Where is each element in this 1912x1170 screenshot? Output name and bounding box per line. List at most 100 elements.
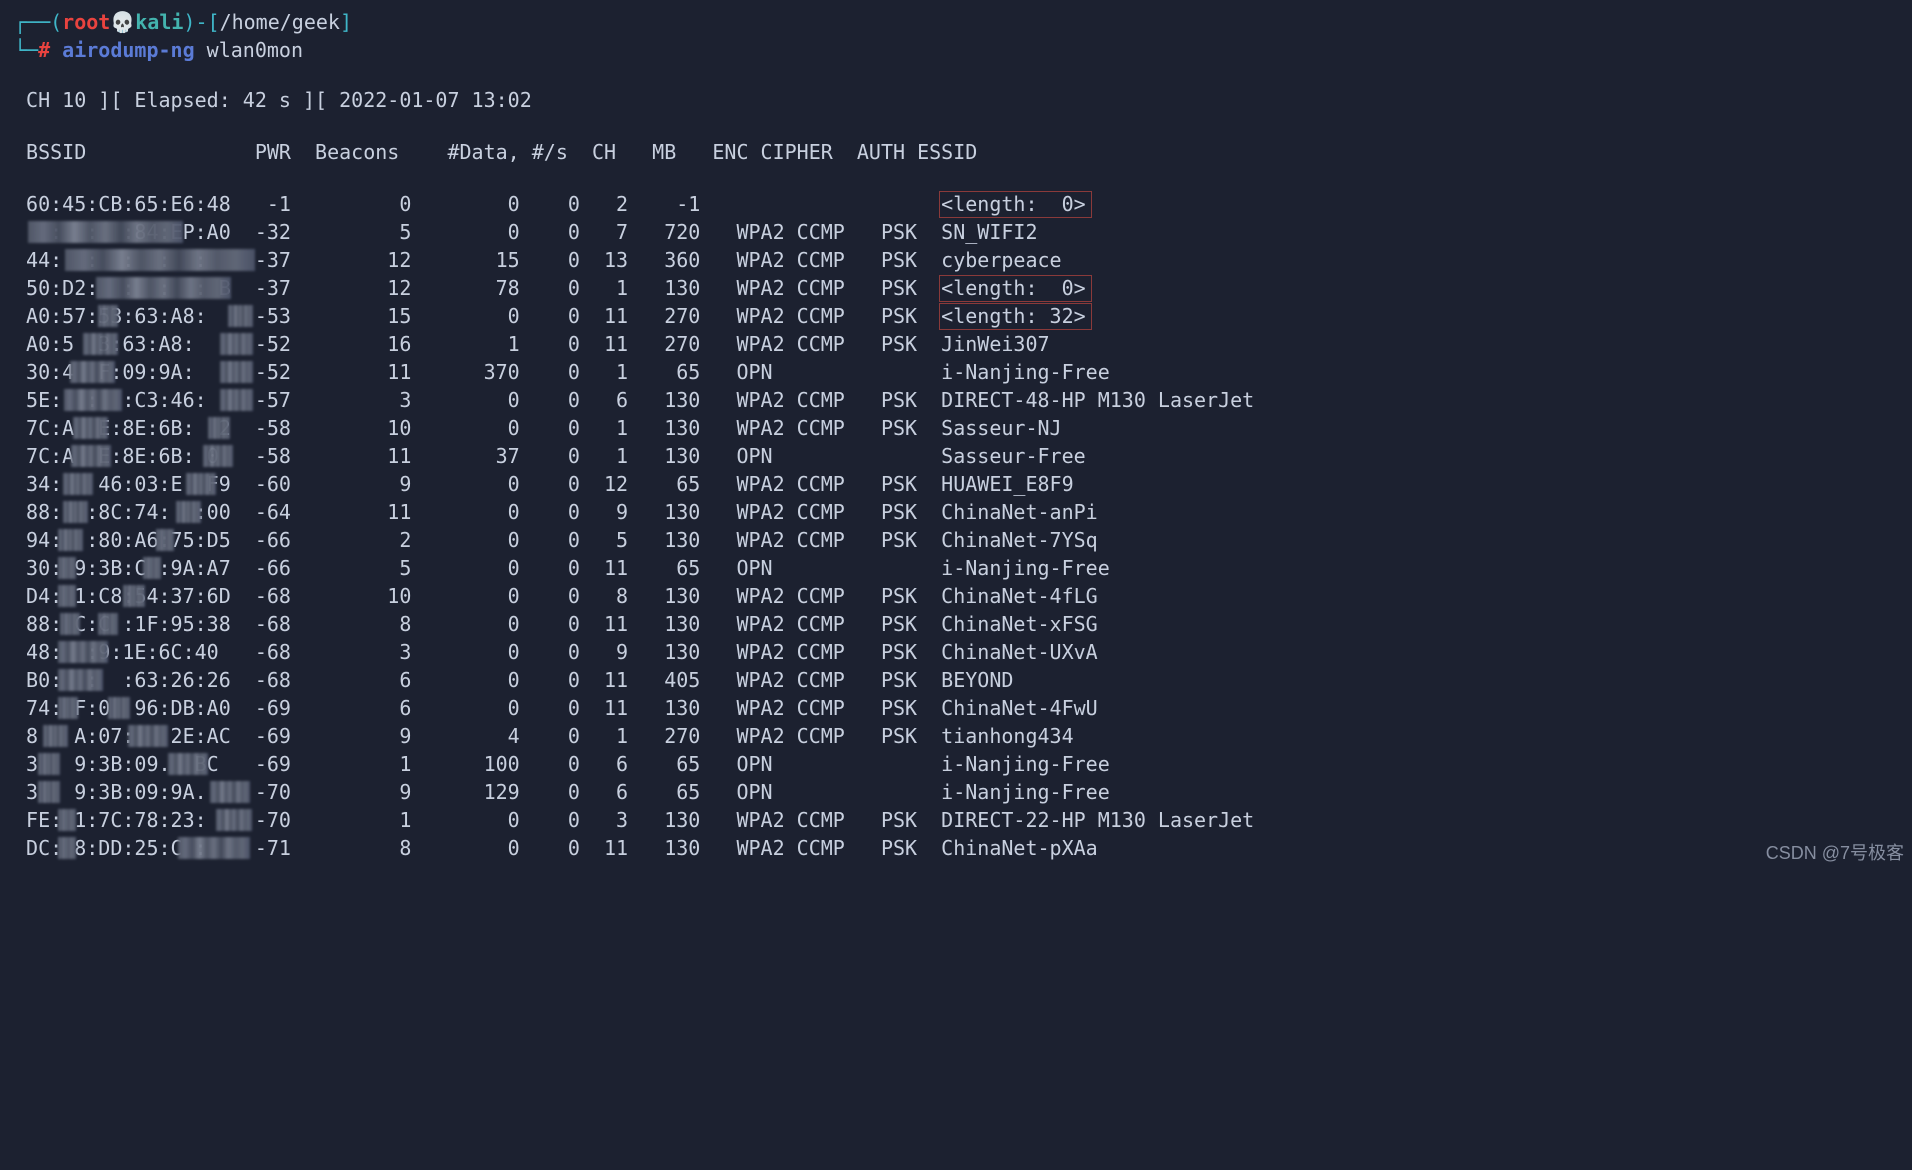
row-text: 30:4 F:09:9A: -52 11 370 0 1 65 OPN i-Na…	[14, 358, 1110, 386]
prompt-user: root	[62, 10, 110, 34]
prompt-host: kali	[135, 10, 183, 34]
pixelated-mask	[186, 473, 216, 495]
row-text: 48: :9:1E:6C:40 -68 3 0 0 9 130 WPA2 CCM…	[14, 638, 1098, 666]
pixelated-mask	[64, 389, 122, 411]
pixelated-mask	[43, 725, 68, 747]
pixelated-mask	[63, 501, 88, 523]
watermark: CSDN @7号极客	[1766, 841, 1904, 866]
pixelated-mask	[98, 613, 118, 635]
pixelated-mask	[58, 809, 76, 831]
table-row: FE: 1:7C:78:23: -70 1 0 0 3 130 WPA2 CCM…	[14, 806, 1898, 834]
pixelated-mask	[168, 753, 208, 775]
pixelated-mask	[38, 781, 60, 803]
table-row: 30:4 F:09:9A: -52 11 370 0 1 65 OPN i-Na…	[14, 358, 1898, 386]
row-text: DC: 8:DD:25:C : -71 8 0 0 11 130 WPA2 CC…	[14, 834, 1098, 862]
row-text: A0:57:53:63:A8: -53 15 0 0 11 270 WPA2 C…	[14, 302, 1086, 330]
command: airodump-ng	[50, 38, 195, 62]
pixelated-mask	[96, 277, 231, 299]
pixelated-mask	[70, 361, 115, 383]
row-text: FE: 1:7C:78:23: -70 1 0 0 3 130 WPA2 CCM…	[14, 806, 1254, 834]
prompt-corner2: └─	[14, 38, 38, 62]
rbracket: ]	[340, 10, 352, 34]
table-row: 50:D2: : : : B -37 12 78 0 1 130 WPA2 CC…	[14, 274, 1898, 302]
terminal[interactable]: ┌──(root💀kali)-[/home/geek] └─# airodump…	[0, 0, 1912, 870]
pixelated-mask	[228, 305, 253, 327]
row-text: 74: F:0 96:DB:A0 -69 6 0 0 11 130 WPA2 C…	[14, 694, 1098, 722]
pixelated-mask	[58, 669, 103, 691]
table-row: DC: 8:DD:25:C : -71 8 0 0 11 130 WPA2 CC…	[14, 834, 1898, 862]
prompt-corner: ┌──(	[14, 10, 62, 34]
pixelated-mask	[58, 529, 83, 551]
pixelated-mask	[220, 361, 253, 383]
table-row: 60:45:CB:65:E6:48 -1 0 0 0 2 -1 <length:…	[14, 190, 1898, 218]
pixelated-mask	[128, 725, 168, 747]
table-row: 74: F:0 96:DB:A0 -69 6 0 0 11 130 WPA2 C…	[14, 694, 1898, 722]
row-text: 30: 9:3B:C :9A:A7 -66 5 0 0 11 65 OPN i-…	[14, 554, 1110, 582]
pixelated-mask	[108, 697, 130, 719]
pixelated-mask	[178, 837, 250, 859]
row-text: 7C:A E:8E:6B: 2 -58 10 0 0 1 130 WPA2 CC…	[14, 414, 1062, 442]
row-text: 3 9:3B:09:9A. -70 9 129 0 6 65 OPN i-Nan…	[14, 778, 1110, 806]
command-arg: wlan0mon	[195, 38, 303, 62]
pixelated-mask	[208, 417, 230, 439]
pixelated-mask	[143, 557, 161, 579]
status-line: CH 10 ][ Elapsed: 42 s ][ 2022-01-07 13:…	[14, 86, 1898, 114]
table-rows: 60:45:CB:65:E6:48 -1 0 0 0 2 -1 <length:…	[14, 190, 1898, 862]
row-text: D4: 1:C8:54:37:6D -68 10 0 0 8 130 WPA2 …	[14, 582, 1098, 610]
prompt-line-1: ┌──(root💀kali)-[/home/geek]	[14, 8, 1898, 36]
pixelated-mask	[71, 445, 111, 467]
table-row: 3 9:3B:09:9A. -70 9 129 0 6 65 OPN i-Nan…	[14, 778, 1898, 806]
row-text: 94: :80:A6:75:D5 -66 2 0 0 5 130 WPA2 CC…	[14, 526, 1098, 554]
pixelated-mask	[58, 837, 76, 859]
prompt-line-2: └─# airodump-ng wlan0mon	[14, 36, 1898, 64]
table-row: 48: :9:1E:6C:40 -68 3 0 0 9 130 WPA2 CCM…	[14, 638, 1898, 666]
table-row: : : :84:EP:A0 -32 5 0 0 7 720 WPA2 CCMP …	[14, 218, 1898, 246]
pixelated-mask	[156, 529, 174, 551]
table-row: A0:5 3:63:A8: -52 16 1 0 11 270 WPA2 CCM…	[14, 330, 1898, 358]
table-header: BSSID PWR Beacons #Data, #/s CH MB ENC C…	[14, 138, 1898, 166]
row-text: 88: C:C :1F:95:38 -68 8 0 0 11 130 WPA2 …	[14, 610, 1098, 638]
table-row: 34: 46:03:E F9 -60 9 0 0 12 65 WPA2 CCMP…	[14, 470, 1898, 498]
pixelated-mask	[65, 249, 255, 271]
prompt-hash: #	[38, 38, 50, 62]
pixelated-mask	[220, 333, 253, 355]
table-row: D4: 1:C8:54:37:6D -68 10 0 0 8 130 WPA2 …	[14, 582, 1898, 610]
pixelated-mask	[60, 613, 80, 635]
skull-icon: 💀	[110, 10, 135, 34]
pixelated-mask	[58, 697, 78, 719]
row-text: 5E: : :C3:46: -57 3 0 0 6 130 WPA2 CCMP …	[14, 386, 1254, 414]
lbracket: [	[208, 10, 220, 34]
pixelated-mask	[58, 641, 108, 663]
table-row: 94: :80:A6:75:D5 -66 2 0 0 5 130 WPA2 CC…	[14, 526, 1898, 554]
table-row: A0:57:53:63:A8: -53 15 0 0 11 270 WPA2 C…	[14, 302, 1898, 330]
table-row: B0: : :63:26:26 -68 6 0 0 11 405 WPA2 CC…	[14, 666, 1898, 694]
row-text: B0: : :63:26:26 -68 6 0 0 11 405 WPA2 CC…	[14, 666, 1013, 694]
prompt-sep: )-	[183, 10, 207, 34]
pixelated-mask	[216, 809, 252, 831]
pixelated-mask	[58, 585, 76, 607]
table-row: 8 A:07: 2E:AC -69 9 4 0 1 270 WPA2 CCMP …	[14, 722, 1898, 750]
prompt-cwd: /home/geek	[220, 10, 340, 34]
table-row: 3 9:3B:09. BC -69 1 100 0 6 65 OPN i-Nan…	[14, 750, 1898, 778]
row-text: 34: 46:03:E F9 -60 9 0 0 12 65 WPA2 CCMP…	[14, 470, 1074, 498]
table-row: 44: : : : : -37 12 15 0 13 360 WPA2 CCMP…	[14, 246, 1898, 274]
row-text: 60:45:CB:65:E6:48 -1 0 0 0 2 -1 <length:…	[14, 190, 1086, 218]
table-row: 7C:A E:8E:6B: 2 -58 10 0 0 1 130 WPA2 CC…	[14, 414, 1898, 442]
pixelated-mask	[176, 501, 201, 523]
pixelated-mask	[83, 333, 118, 355]
table-row: 88: :8C:74: :00 -64 11 0 0 9 130 WPA2 CC…	[14, 498, 1898, 526]
pixelated-mask	[220, 389, 253, 411]
pixelated-mask	[98, 305, 118, 327]
table-row: 7C:A E:8E:6B: 0 -58 11 37 0 1 130 OPN Sa…	[14, 442, 1898, 470]
pixelated-mask	[58, 557, 76, 579]
pixelated-mask	[63, 473, 93, 495]
pixelated-mask	[203, 445, 233, 467]
pixelated-mask	[38, 753, 60, 775]
pixelated-mask	[210, 781, 250, 803]
row-text: 7C:A E:8E:6B: 0 -58 11 37 0 1 130 OPN Sa…	[14, 442, 1086, 470]
table-row: 30: 9:3B:C :9A:A7 -66 5 0 0 11 65 OPN i-…	[14, 554, 1898, 582]
pixelated-mask	[123, 585, 145, 607]
row-text: 8 A:07: 2E:AC -69 9 4 0 1 270 WPA2 CCMP …	[14, 722, 1074, 750]
table-row: 88: C:C :1F:95:38 -68 8 0 0 11 130 WPA2 …	[14, 610, 1898, 638]
pixelated-mask	[73, 417, 108, 439]
